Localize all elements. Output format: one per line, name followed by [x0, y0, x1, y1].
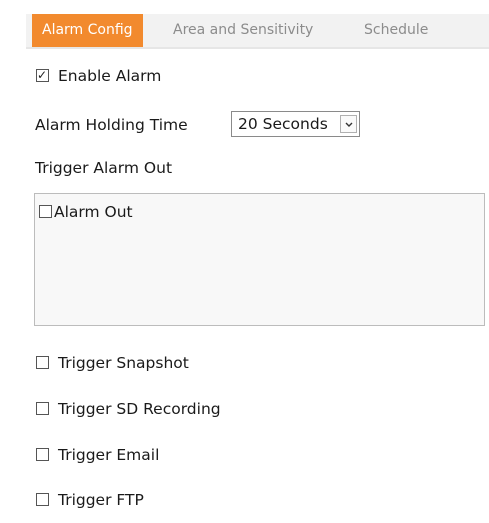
- trigger-ftp-label: Trigger FTP: [58, 491, 144, 509]
- tab-alarm-config[interactable]: Alarm Config: [32, 14, 143, 47]
- holding-time-value: 20 Seconds: [238, 115, 328, 133]
- trigger-snapshot-label: Trigger Snapshot: [58, 354, 189, 372]
- trigger-sd-recording-checkbox[interactable]: [36, 402, 49, 415]
- alarm-out-list: Alarm Out: [34, 193, 485, 326]
- dropdown-button[interactable]: [340, 115, 357, 133]
- trigger-sd-recording-label: Trigger SD Recording: [58, 400, 221, 418]
- tab-schedule[interactable]: Schedule: [364, 14, 428, 47]
- trigger-ftp-checkbox[interactable]: [36, 493, 49, 506]
- enable-alarm-label: Enable Alarm: [58, 67, 162, 85]
- enable-alarm-row[interactable]: ✓ Enable Alarm: [36, 66, 161, 86]
- trigger-sd-recording-row[interactable]: Trigger SD Recording: [36, 399, 221, 419]
- trigger-email-label: Trigger Email: [58, 446, 160, 464]
- checkmark-icon: ✓: [37, 68, 48, 82]
- trigger-ftp-row[interactable]: Trigger FTP: [36, 490, 144, 510]
- trigger-email-checkbox[interactable]: [36, 448, 49, 461]
- holding-time-select[interactable]: 20 Seconds: [231, 111, 360, 137]
- alarm-out-label: Alarm Out: [54, 203, 133, 221]
- trigger-snapshot-checkbox[interactable]: [36, 356, 49, 369]
- trigger-email-row[interactable]: Trigger Email: [36, 445, 159, 465]
- list-item[interactable]: Alarm Out: [39, 202, 133, 222]
- enable-alarm-checkbox[interactable]: ✓: [36, 68, 49, 82]
- tab-bar: Alarm Config Area and Sensitivity Schedu…: [26, 14, 489, 49]
- holding-time-label: Alarm Holding Time: [35, 116, 188, 134]
- tab-area-and-sensitivity[interactable]: Area and Sensitivity: [173, 14, 313, 47]
- trigger-snapshot-row[interactable]: Trigger Snapshot: [36, 353, 189, 373]
- trigger-alarm-out-label: Trigger Alarm Out: [35, 159, 173, 177]
- chevron-down-icon: [345, 122, 353, 127]
- alarm-out-checkbox[interactable]: [39, 205, 52, 218]
